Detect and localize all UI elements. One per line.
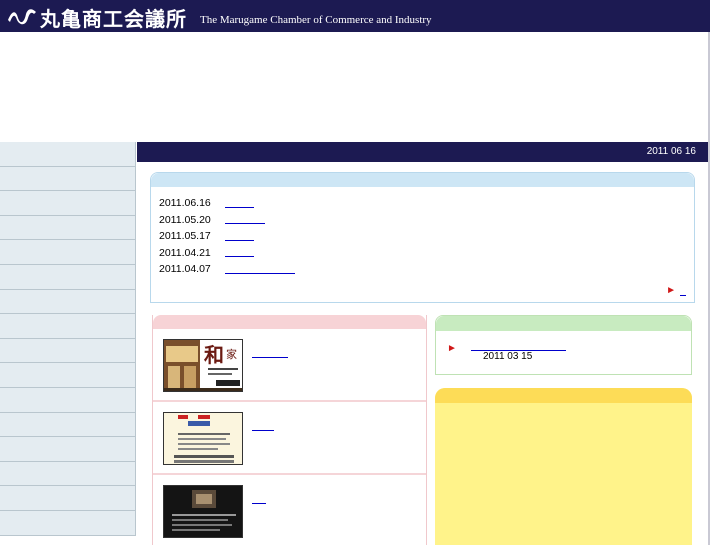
news-item: 2011.05.20 [159, 212, 694, 229]
news-item: 2011.04.07 [159, 261, 694, 278]
date-bar: 2011 06 16 [137, 142, 708, 162]
promo-panel: 和 家 [152, 315, 427, 545]
sidebar-item[interactable] [0, 338, 136, 364]
promo-link[interactable] [252, 349, 288, 358]
promo-sign-ie: 家 [226, 347, 237, 361]
news-link[interactable] [225, 215, 265, 225]
sidebar-item[interactable] [0, 486, 136, 511]
promo-item: 和 家 [153, 329, 426, 402]
promo-item [153, 402, 426, 475]
promo-image-flyer[interactable] [163, 412, 243, 465]
promo-sign-wa: 和 [204, 343, 224, 367]
news-item: 2011.05.17 [159, 228, 694, 245]
site-header: 丸亀商工会議所 The Marugame Chamber of Commerce… [0, 0, 710, 32]
wave-logo-icon [8, 9, 36, 25]
sidebar-item[interactable] [0, 142, 136, 167]
promo-link[interactable] [252, 495, 266, 504]
notice-panel-header [436, 316, 691, 331]
sidebar-item[interactable] [0, 240, 136, 265]
logo-english-title[interactable]: The Marugame Chamber of Commerce and Ind… [200, 14, 432, 26]
sidebar-item[interactable] [0, 437, 136, 462]
news-more[interactable]: ► [666, 286, 686, 296]
news-date: 2011.06.16 [159, 197, 211, 210]
sidebar-item[interactable] [0, 510, 136, 536]
notice-link[interactable] [471, 342, 566, 351]
news-list: 2011.06.16 2011.05.20 2011.05.17 2011.04… [151, 187, 694, 278]
red-arrow-icon: ► [666, 285, 676, 296]
sidebar-item[interactable] [0, 215, 136, 241]
sidebar-item[interactable] [0, 166, 136, 192]
news-date: 2011.05.20 [159, 213, 211, 226]
red-arrow-icon: ► [447, 343, 457, 354]
news-link[interactable] [225, 265, 295, 274]
promo-image-dark[interactable] [163, 485, 243, 538]
news-date: 2011.05.17 [159, 230, 211, 243]
news-link[interactable] [225, 199, 254, 208]
promo-link[interactable] [252, 422, 274, 431]
news-item: 2011.06.16 [159, 195, 694, 212]
promo-image-house[interactable]: 和 家 [163, 339, 243, 392]
sidebar-nav [0, 142, 136, 545]
news-link[interactable] [225, 232, 254, 241]
sidebar-item[interactable] [0, 264, 136, 290]
news-panel: 2011.06.16 2011.05.20 2011.05.17 2011.04… [150, 172, 695, 303]
logo-japanese-title[interactable]: 丸亀商工会議所 [40, 3, 187, 32]
notice-date: 2011 03 15 [483, 351, 533, 362]
sidebar-item[interactable] [0, 412, 136, 438]
sidebar-item[interactable] [0, 314, 136, 339]
news-link[interactable] [225, 248, 254, 258]
page-right-border [708, 32, 710, 545]
sidebar-item[interactable] [0, 461, 136, 487]
news-date: 2011.04.21 [159, 246, 211, 259]
notice-panel: ► 2011 03 15 [435, 315, 692, 375]
promo-item [153, 475, 426, 545]
promo-panel-header [153, 315, 426, 329]
sidebar-item[interactable] [0, 363, 136, 388]
sidebar-item[interactable] [0, 387, 136, 413]
info-panel [435, 388, 692, 545]
news-more-link[interactable] [680, 288, 686, 296]
sidebar-item[interactable] [0, 191, 136, 216]
sidebar-item[interactable] [0, 289, 136, 315]
info-panel-header [435, 388, 692, 403]
news-item: 2011.04.21 [159, 245, 694, 262]
news-date: 2011.04.07 [159, 263, 211, 276]
current-date: 2011 06 16 [646, 146, 696, 157]
news-panel-header [151, 173, 694, 187]
